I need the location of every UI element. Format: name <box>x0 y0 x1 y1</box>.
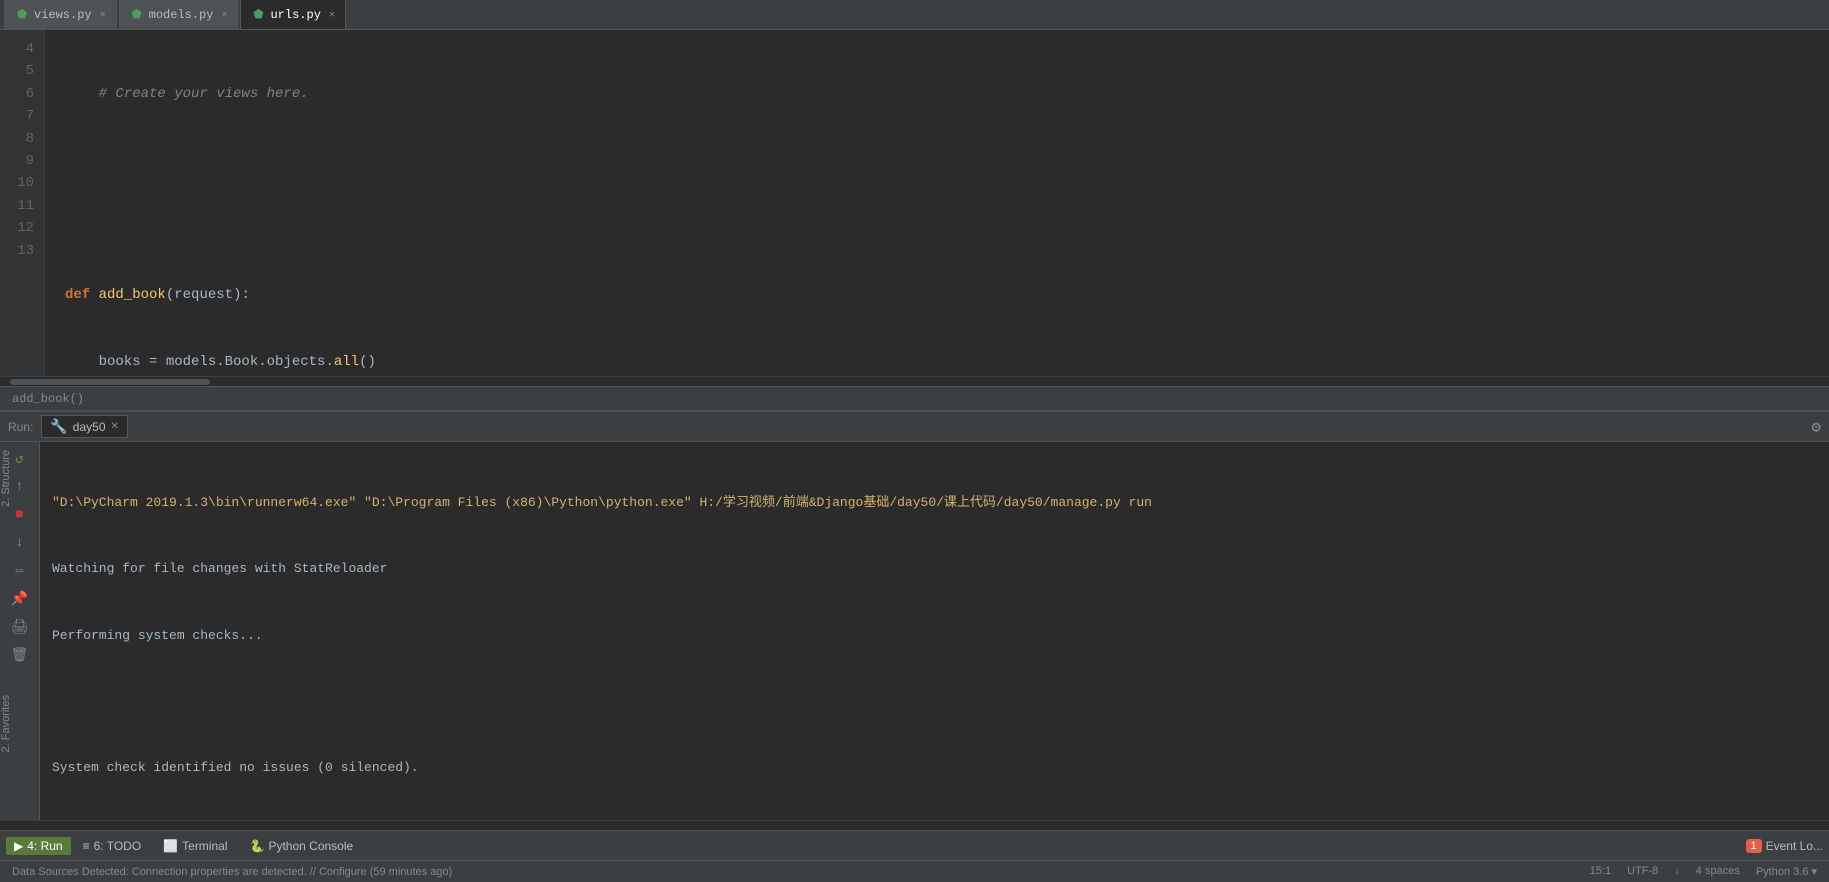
scroll-down-button[interactable]: ↓ <box>7 532 33 554</box>
tab-models[interactable]: ⬟ models.py ✕ <box>119 0 239 29</box>
tab-urls[interactable]: ⬟ urls.py ✕ <box>240 0 345 29</box>
editor-h-scrollbar[interactable] <box>0 376 1829 386</box>
urls-py-icon: ⬟ <box>251 8 265 22</box>
terminal-icon: ⬜ <box>163 839 178 853</box>
code-editor[interactable]: 4 5 6 7 8 9 10 11 12 13 # Create your vi… <box>0 30 1829 376</box>
event-log-button[interactable]: 1 Event Lo... <box>1746 839 1824 853</box>
run-tab-icon: 🔧 <box>50 418 67 435</box>
run-tab-close[interactable]: ✕ <box>111 421 119 432</box>
editor-h-scrollbar-thumb[interactable] <box>10 379 210 385</box>
sidebar-favorites-label[interactable]: 2. Favorites <box>0 695 12 752</box>
run-tab-label: day50 <box>73 420 106 434</box>
tab-models-close[interactable]: ✕ <box>221 9 227 21</box>
tab-models-label: models.py <box>149 8 214 22</box>
cursor-position: 15:1 <box>1590 865 1611 878</box>
code-line-6 <box>65 217 1829 239</box>
tab-views[interactable]: ⬟ views.py ✕ <box>4 0 117 29</box>
code-line-4: # Create your views here. <box>65 83 1829 105</box>
print-button[interactable]: 🖨 <box>7 616 33 638</box>
python-version-label[interactable]: Python 3.6 ▾ <box>1756 865 1817 878</box>
encoding-label: UTF-8 <box>1627 865 1658 878</box>
terminal-label: Terminal <box>182 839 227 853</box>
output-line-3: Performing system checks... <box>52 625 1817 647</box>
code-content[interactable]: # Create your views here. def add_book(r… <box>45 30 1829 376</box>
gear-icon[interactable]: ⚙ <box>1811 417 1821 437</box>
run-button[interactable]: ▶ 4: Run <box>6 837 71 855</box>
views-py-icon: ⬟ <box>15 8 29 22</box>
code-line-8: books = models.Book.objects.all() <box>65 351 1829 373</box>
pin-button[interactable]: 📌 <box>7 588 33 610</box>
run-toolbar: Run: 🔧 day50 ✕ ⚙ <box>0 412 1829 442</box>
tab-urls-label: urls.py <box>270 8 320 22</box>
editor-tab-bar: ⬟ views.py ✕ ⬟ models.py ✕ ⬟ urls.py ✕ <box>0 0 1829 30</box>
terminal-button[interactable]: ⬜ Terminal <box>153 836 237 856</box>
line-sep-label: ↓ <box>1674 865 1680 878</box>
todo-button[interactable]: ≡ 6: TODO <box>73 836 152 856</box>
output-line-1: "D:\PyCharm 2019.1.3\bin\runnerw64.exe" … <box>52 492 1817 514</box>
tab-views-label: views.py <box>34 8 92 22</box>
event-log-label: Event Lo... <box>1766 839 1823 853</box>
todo-label: 6: TODO <box>94 839 142 853</box>
status-text: Data Sources Detected: Connection proper… <box>12 866 452 878</box>
run-panel: Run: 🔧 day50 ✕ ⚙ ↺ ↑ ■ ↓ ⇔ 📌 🖨 🗑 "D:\PyC… <box>0 410 1829 830</box>
todo-icon: ≡ <box>83 839 90 853</box>
play-icon: ▶ <box>14 839 23 853</box>
sidebar-structure-label[interactable]: 2. Structure <box>0 450 12 507</box>
run-output[interactable]: "D:\PyCharm 2019.1.3\bin\runnerw64.exe" … <box>40 442 1829 820</box>
run-tab-day50[interactable]: 🔧 day50 ✕ <box>41 415 128 438</box>
line-numbers: 4 5 6 7 8 9 10 11 12 13 <box>0 30 45 376</box>
run-label: Run: <box>8 420 33 434</box>
breadcrumb-text: add_book() <box>12 392 84 406</box>
tab-urls-close[interactable]: ✕ <box>329 9 335 21</box>
models-py-icon: ⬟ <box>130 8 144 22</box>
python-console-label: Python Console <box>268 839 353 853</box>
event-log-icon: 1 <box>1746 839 1762 853</box>
python-console-icon: 🐍 <box>250 839 265 853</box>
tab-views-close[interactable]: ✕ <box>100 9 106 21</box>
run-h-scrollbar[interactable] <box>0 820 1829 830</box>
run-button-label: 4: Run <box>27 839 62 853</box>
python-console-button[interactable]: 🐍 Python Console <box>240 836 364 856</box>
code-line-5 <box>65 150 1829 172</box>
editor-area: 4 5 6 7 8 9 10 11 12 13 # Create your vi… <box>0 30 1829 410</box>
output-line-2: Watching for file changes with StatReloa… <box>52 558 1817 580</box>
output-line-4 <box>52 691 1817 713</box>
status-bar: Data Sources Detected: Connection proper… <box>0 860 1829 882</box>
output-line-5: System check identified no issues (0 sil… <box>52 757 1817 779</box>
spaces-label: 4 spaces <box>1696 865 1740 878</box>
breadcrumb-bar: add_book() <box>0 386 1829 410</box>
run-body: ↺ ↑ ■ ↓ ⇔ 📌 🖨 🗑 "D:\PyCharm 2019.1.3\bin… <box>0 442 1829 820</box>
soft-wrap-button[interactable]: ⇔ <box>7 560 33 582</box>
code-line-7: def add_book(request): <box>65 284 1829 306</box>
stop-button[interactable]: ■ <box>7 504 33 526</box>
bottom-toolbar: ▶ 4: Run ≡ 6: TODO ⬜ Terminal 🐍 Python C… <box>0 830 1829 860</box>
clear-button[interactable]: 🗑 <box>7 644 33 666</box>
